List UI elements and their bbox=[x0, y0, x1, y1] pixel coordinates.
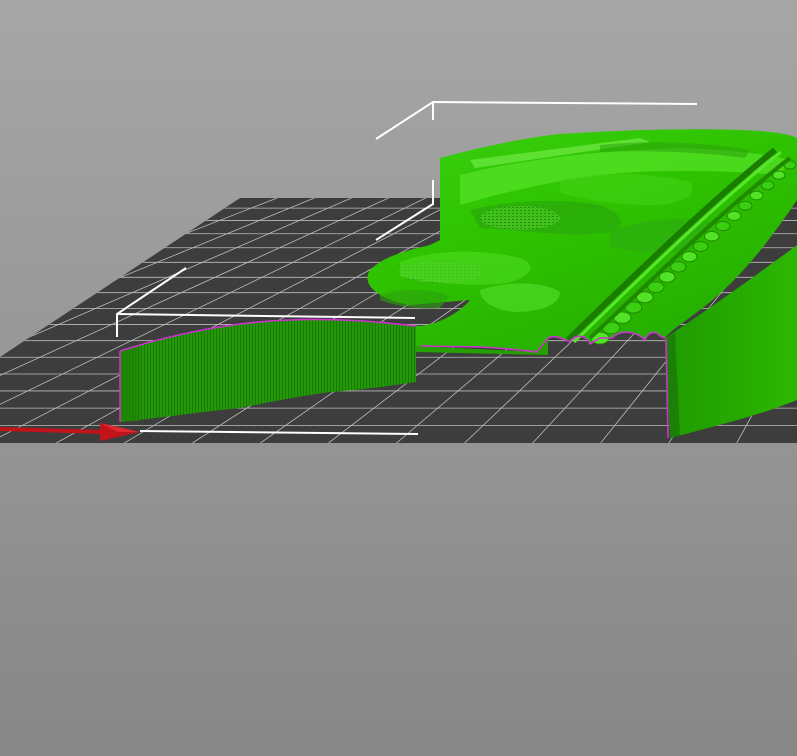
bead bbox=[760, 180, 775, 191]
bead bbox=[704, 230, 720, 242]
bead bbox=[715, 220, 731, 232]
bead bbox=[669, 261, 687, 273]
bead bbox=[692, 240, 709, 252]
3d-viewport[interactable] bbox=[0, 0, 797, 756]
bead bbox=[658, 271, 676, 283]
bead bbox=[681, 251, 698, 263]
bead bbox=[726, 210, 742, 221]
bead bbox=[738, 200, 753, 211]
scene-canvas[interactable] bbox=[0, 0, 797, 756]
bead bbox=[749, 190, 764, 201]
